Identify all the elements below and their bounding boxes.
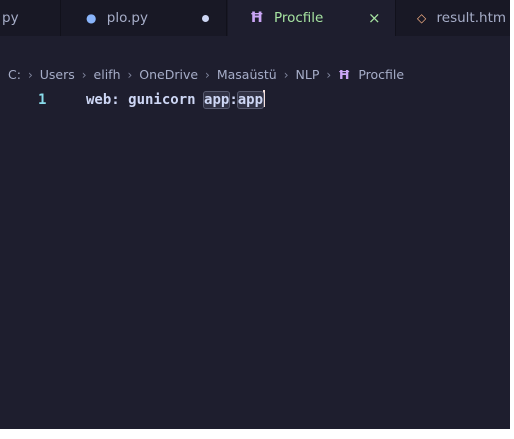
python-file-icon: ● <box>86 11 97 25</box>
tab-label: Procfile <box>273 10 324 26</box>
breadcrumb: C: › Users › elifh › OneDrive › Masaüstü… <box>0 64 510 86</box>
code-text[interactable]: web: gunicorn app:app <box>86 89 266 111</box>
tab-procfile[interactable]: Ħ Procfile × <box>228 0 396 36</box>
tab-plo-py[interactable]: ● plo.py <box>62 0 227 36</box>
chevron-right-icon: › <box>127 68 133 82</box>
editor-window: py ● plo.py Ħ Procfile × ◇ result.htm C:… <box>0 0 510 429</box>
code-colon: : <box>229 92 238 108</box>
breadcrumb-users[interactable]: Users <box>40 64 75 86</box>
breadcrumb-user[interactable]: elifh <box>94 64 121 86</box>
code-line[interactable]: 1 web: gunicorn app:app <box>0 89 510 111</box>
breadcrumb-nlp[interactable]: NLP <box>296 64 320 86</box>
breadcrumb-onedrive[interactable]: OneDrive <box>139 64 198 86</box>
close-icon[interactable]: × <box>368 0 381 36</box>
match-highlight: app <box>236 91 265 109</box>
match-highlight: app <box>203 91 231 109</box>
code-prefix: web: gunicorn <box>86 92 205 108</box>
breadcrumb-desktop[interactable]: Masaüstü <box>217 64 277 86</box>
chevron-right-icon: › <box>283 68 289 82</box>
line-number: 1 <box>38 92 47 108</box>
tab-result-html[interactable]: ◇ result.htm <box>397 0 510 36</box>
chevron-right-icon: › <box>326 68 332 82</box>
breadcrumb-file[interactable]: Procfile <box>358 64 404 86</box>
chevron-right-icon: › <box>205 68 210 82</box>
html-file-icon: ◇ <box>417 11 427 25</box>
tab-bar: py ● plo.py Ħ Procfile × ◇ result.htm <box>0 0 510 36</box>
breadcrumb-drive[interactable]: C: <box>8 64 21 86</box>
chevron-right-icon: › <box>27 68 33 82</box>
tab-label: result.htm <box>436 10 507 26</box>
chevron-right-icon: › <box>81 68 87 82</box>
tab-py[interactable]: py <box>0 0 61 36</box>
tab-label: py <box>2 10 19 26</box>
unsaved-dot-icon[interactable] <box>202 15 209 22</box>
text-cursor <box>263 90 266 107</box>
procfile-icon: Ħ <box>338 67 351 82</box>
procfile-icon: Ħ <box>250 10 264 26</box>
tab-label: plo.py <box>106 10 148 26</box>
